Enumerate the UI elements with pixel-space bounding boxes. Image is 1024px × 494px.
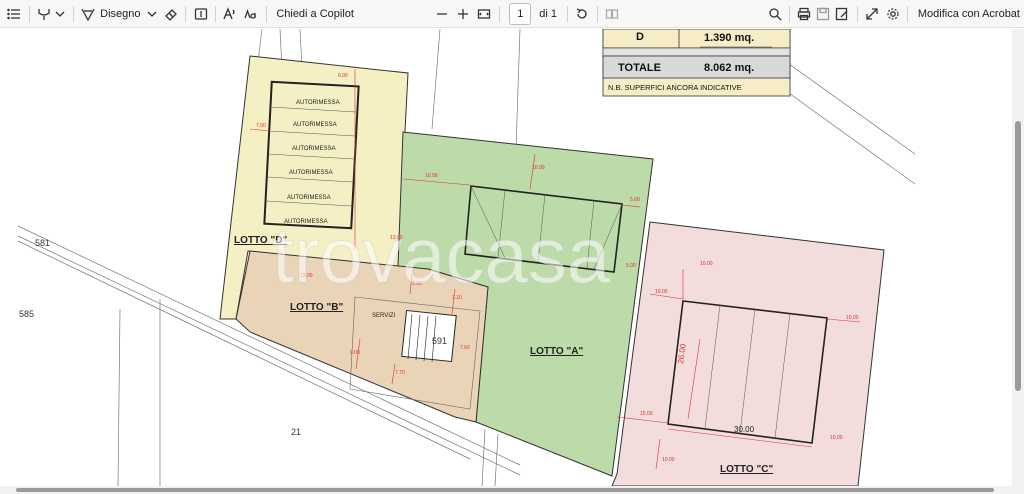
svg-text:10.00: 10.00 — [532, 165, 545, 171]
toolbar-divider — [215, 5, 216, 22]
table-row-d-label: D — [636, 31, 644, 43]
vertical-scrollbar-thumb[interactable] — [1015, 121, 1021, 391]
draw-button[interactable]: Disegno — [96, 2, 144, 26]
parcel-number: 591 — [432, 336, 447, 346]
edit-with-acrobat-button[interactable]: Modifica con Acrobat — [914, 2, 1024, 26]
services-label: SERVIZI — [372, 313, 396, 319]
lot-c-label: LOTTO "C" — [720, 464, 773, 475]
text-box-icon[interactable] — [192, 3, 209, 25]
toolbar-divider — [72, 5, 74, 22]
toolbar-divider — [567, 5, 568, 22]
toolbar-divider — [907, 5, 908, 22]
surface-table: D 1.390 mq. TOTALE 8.062 mq. N.B. SUPERF… — [602, 29, 791, 97]
lot-a-label: LOTTO "A" — [530, 346, 583, 357]
fit-page-icon[interactable] — [476, 3, 493, 25]
immersive-reader-icon[interactable] — [243, 3, 260, 25]
search-icon[interactable] — [766, 3, 783, 25]
eraser-icon[interactable] — [163, 3, 180, 25]
garage-label: AUTORIMESSA — [293, 122, 337, 128]
table-total-label: TOTALE — [618, 62, 661, 74]
read-aloud-icon[interactable] — [222, 3, 239, 25]
draw-icon[interactable] — [79, 3, 96, 25]
watermark: trovacasa — [272, 211, 611, 299]
svg-text:9.00: 9.00 — [350, 350, 360, 356]
zoom-out-icon[interactable] — [434, 3, 451, 25]
svg-text:7.00: 7.00 — [256, 123, 266, 129]
toolbar-divider — [789, 5, 790, 22]
svg-text:6.00: 6.00 — [338, 73, 348, 79]
svg-text:5.00: 5.00 — [630, 197, 640, 203]
svg-text:7.60: 7.60 — [460, 345, 470, 351]
toolbar-divider — [185, 5, 187, 22]
svg-text:10.00: 10.00 — [662, 457, 675, 463]
highlighter-icon[interactable] — [36, 3, 53, 25]
gear-icon[interactable] — [884, 3, 901, 25]
chevron-down-icon[interactable] — [53, 3, 67, 25]
toolbar-divider — [265, 5, 267, 22]
save-icon[interactable] — [815, 3, 832, 25]
svg-text:5.00: 5.00 — [626, 263, 636, 269]
page-total: di 1 — [539, 7, 558, 20]
pdf-toolbar: Disegno Chiedi a Copilot 1 di 1 Modifica… — [0, 0, 1024, 28]
rotate-icon[interactable] — [574, 3, 591, 25]
horizontal-scrollbar[interactable] — [0, 486, 1024, 494]
lot-b-label: LOTTO "B" — [290, 302, 343, 313]
chevron-down-icon[interactable] — [145, 3, 159, 25]
svg-text:10.00: 10.00 — [830, 435, 843, 441]
table-total-value: 8.062 mq. — [704, 62, 754, 74]
contents-list-icon[interactable] — [6, 3, 23, 25]
lot-c-area — [611, 221, 885, 486]
print-icon[interactable] — [796, 3, 813, 25]
site-plan-drawing: AUTORIMESSA AUTORIMESSA AUTORIMESSA AUTO… — [17, 29, 916, 486]
lot-c-width-dimension: 30.00 — [734, 425, 755, 434]
toolbar-divider — [498, 5, 500, 22]
garage-label: AUTORIMESSA — [289, 170, 333, 176]
garage-label: AUTORIMESSA — [292, 146, 336, 152]
parcel-number: 21 — [291, 427, 301, 437]
two-page-view-icon[interactable] — [603, 3, 620, 25]
copilot-button[interactable]: Chiedi a Copilot — [272, 2, 358, 26]
save-as-icon[interactable] — [834, 3, 851, 25]
toolbar-divider — [596, 5, 598, 22]
svg-text:10.00: 10.00 — [846, 315, 859, 321]
svg-text:10.00: 10.00 — [655, 289, 668, 295]
svg-text:7.70: 7.70 — [395, 370, 405, 376]
svg-text:15.00: 15.00 — [640, 411, 653, 417]
vertical-scrollbar[interactable] — [1012, 29, 1024, 486]
page-number-input[interactable]: 1 — [509, 2, 532, 25]
toolbar-divider — [28, 5, 30, 22]
svg-text:10.00: 10.00 — [425, 173, 438, 179]
horizontal-scrollbar-thumb[interactable] — [16, 488, 994, 492]
table-row-d-value: 1.390 mq. — [704, 32, 754, 44]
garage-label: AUTORIMESSA — [287, 195, 331, 201]
toolbar-divider — [856, 5, 858, 22]
garage-label: AUTORIMESSA — [296, 100, 340, 106]
parcel-number: 581 — [35, 238, 50, 248]
fullscreen-icon[interactable] — [863, 3, 880, 25]
table-note: N.B. SUPERFICI ANCORA INDICATIVE — [608, 83, 742, 92]
zoom-in-icon[interactable] — [455, 3, 472, 25]
parcel-number: 585 — [19, 309, 34, 319]
document-canvas: AUTORIMESSA AUTORIMESSA AUTORIMESSA AUTO… — [0, 29, 1012, 486]
svg-text:10.00: 10.00 — [700, 261, 713, 267]
